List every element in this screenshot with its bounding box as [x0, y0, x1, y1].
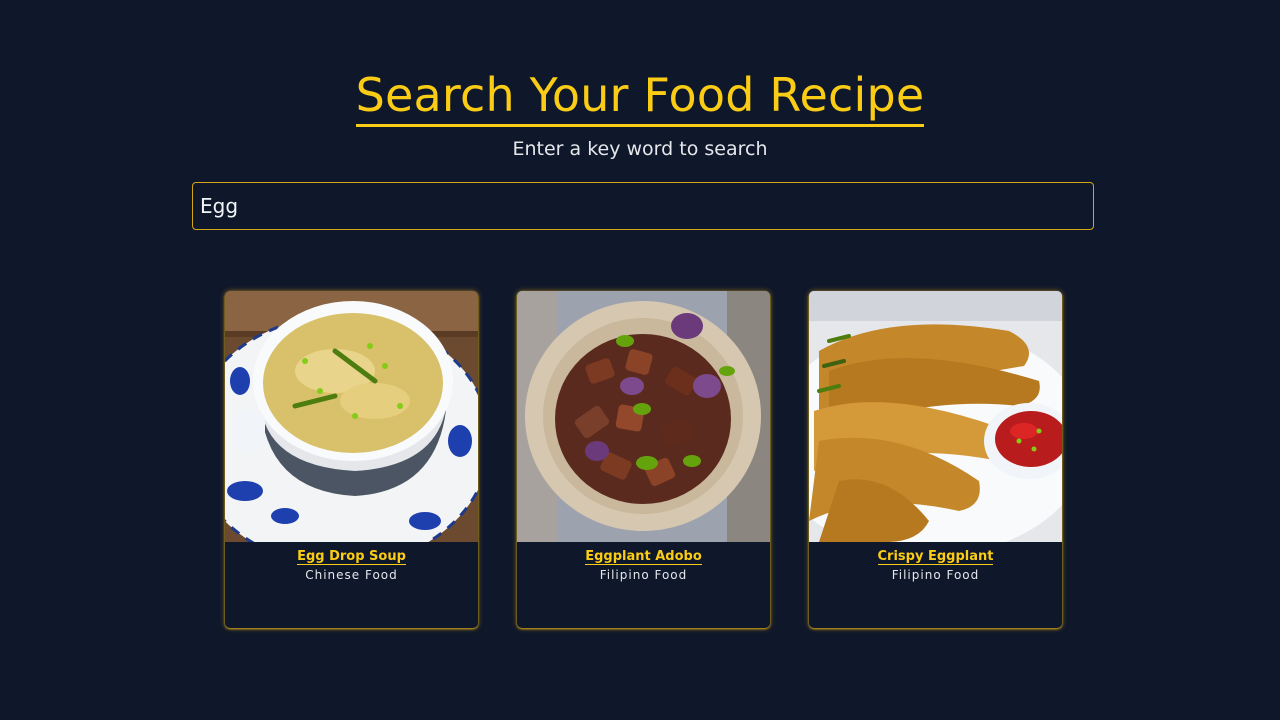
recipe-name-link[interactable]: Eggplant Adobo: [585, 549, 702, 565]
recipe-name-wrapper: Egg Drop Soup: [225, 545, 478, 565]
recipe-name-wrapper: Eggplant Adobo: [517, 545, 770, 565]
recipe-card[interactable]: Eggplant Adobo Filipino Food: [517, 291, 770, 628]
fried-eggplant-image[interactable]: [809, 291, 1062, 542]
recipe-name-link[interactable]: Egg Drop Soup: [297, 549, 406, 565]
recipe-category: Filipino Food: [599, 568, 688, 582]
recipe-card[interactable]: Egg Drop Soup Chinese Food: [225, 291, 478, 628]
recipe-name-link[interactable]: Crispy Eggplant: [877, 549, 994, 565]
page-title-wrapper: Search Your Food Recipe: [0, 66, 1280, 127]
recipe-card[interactable]: Crispy Eggplant Filipino Food: [809, 291, 1062, 628]
recipe-category: Filipino Food: [891, 568, 980, 582]
eggplant-bowl-image[interactable]: [517, 291, 770, 542]
recipe-category: Chinese Food: [305, 568, 398, 582]
recipe-name-wrapper: Crispy Eggplant: [809, 545, 1062, 565]
search-input[interactable]: [192, 182, 1094, 230]
page-subtitle: Enter a key word to search: [512, 138, 768, 160]
page-title: Search Your Food Recipe: [355, 66, 925, 127]
soup-bowl-image[interactable]: [225, 291, 478, 542]
recipe-search-page: Search Your Food Recipe Enter a key word…: [0, 0, 1280, 720]
